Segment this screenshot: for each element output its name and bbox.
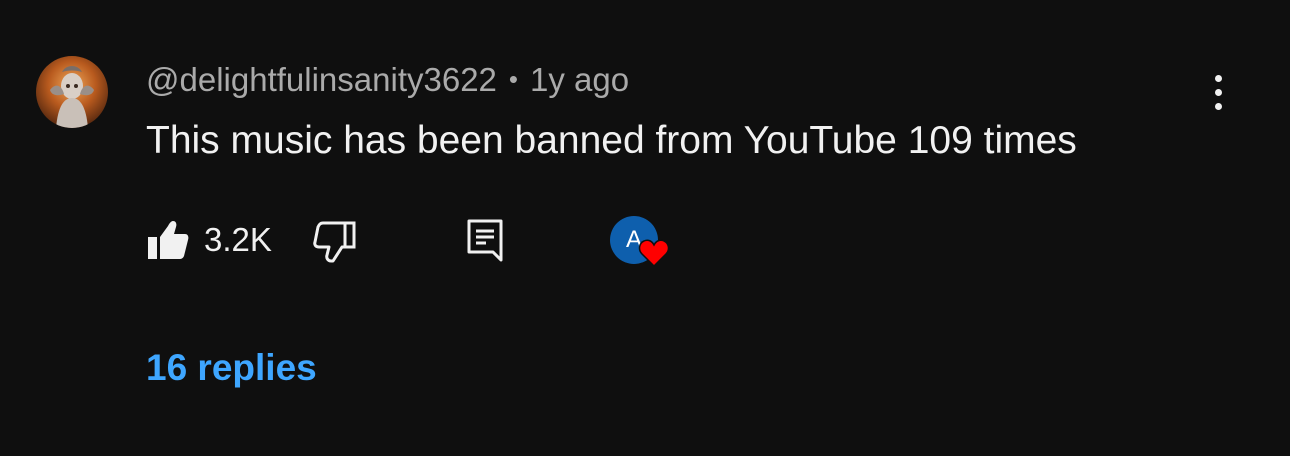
thumbs-up-filled-icon xyxy=(148,221,189,259)
comment-timestamp: 1y ago xyxy=(530,61,630,98)
more-vertical-icon xyxy=(1214,102,1222,110)
view-replies-button[interactable]: 16 replies xyxy=(146,346,317,390)
comment-reply-icon xyxy=(467,219,503,262)
author-name[interactable]: @delightfulinsanity3622 xyxy=(146,61,497,98)
dislike-button[interactable] xyxy=(312,218,358,264)
avatar[interactable] xyxy=(36,56,108,128)
like-count: 3.2K xyxy=(204,221,272,258)
more-vertical-icon xyxy=(1214,88,1222,96)
more-vertical-icon xyxy=(1214,74,1222,82)
thumbs-down-outline-icon xyxy=(313,221,356,263)
comment-text: This music has been banned from YouTube … xyxy=(146,119,1077,162)
reply-button[interactable] xyxy=(464,216,506,264)
avatar-image xyxy=(36,56,108,128)
heart-icon xyxy=(638,239,670,268)
comment-thread: @delightfulinsanity3622 • 1y ago This musi… xyxy=(0,0,1290,456)
like-button[interactable] xyxy=(146,218,190,262)
comment-header: @delightfulinsanity3622 • 1y ago xyxy=(146,60,629,102)
more-options-button[interactable] xyxy=(1196,68,1240,116)
meta-separator: • xyxy=(508,64,519,94)
creator-heart-badge: A xyxy=(608,214,672,274)
